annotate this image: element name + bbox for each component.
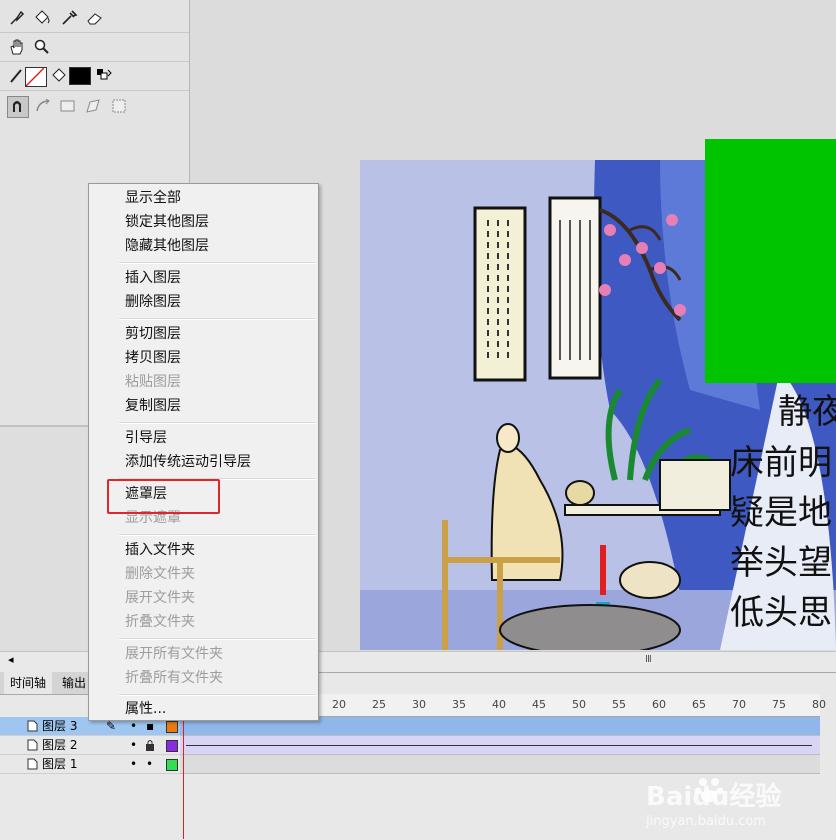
- fill-swatch[interactable]: [69, 67, 91, 85]
- menu-item-duplicate-layer[interactable]: 复制图层: [125, 394, 181, 418]
- ruler-tick: 25: [372, 698, 386, 711]
- tools-row-options: [0, 92, 189, 120]
- fill-color-icon[interactable]: [50, 67, 68, 85]
- ruler-tick: 35: [452, 698, 466, 711]
- ruler-tick: 50: [572, 698, 586, 711]
- tools-row-1: [0, 4, 189, 33]
- watermark: Baidu经验 jingyan.baidu.com: [646, 770, 836, 839]
- highlight-box: [107, 479, 220, 514]
- stroke-color-icon[interactable]: [8, 67, 26, 85]
- layer-row-1[interactable]: 图层 1 • •: [0, 755, 180, 774]
- layer-frames-2[interactable]: [180, 736, 820, 755]
- smooth-icon[interactable]: [34, 97, 52, 115]
- straighten-icon[interactable]: [59, 97, 77, 115]
- menu-item-cut-layer[interactable]: 剪切图层: [125, 322, 181, 346]
- menu-item-delete-folder: 删除文件夹: [125, 566, 195, 582]
- layer-name: 图层 1: [42, 757, 78, 771]
- layer-color-swatch[interactable]: [166, 721, 178, 733]
- lock-dot[interactable]: •: [146, 755, 153, 773]
- tab-output[interactable]: 输出: [56, 672, 92, 694]
- eraser-icon[interactable]: [86, 9, 104, 27]
- menu-item-collapse-folder: 折叠文件夹: [125, 614, 195, 630]
- menu-item-hide-others[interactable]: 隐藏其他图层: [125, 234, 209, 258]
- ruler-tick: 70: [732, 698, 746, 711]
- lock-icon[interactable]: [145, 739, 155, 751]
- scale-icon[interactable]: [110, 97, 128, 115]
- subselect-icon[interactable]: [8, 9, 26, 27]
- swap-colors-icon[interactable]: [95, 67, 113, 85]
- ruler-tick: 40: [492, 698, 506, 711]
- poem-line: 举头望: [730, 543, 832, 583]
- mask-rectangle[interactable]: [705, 139, 836, 383]
- layer-color-swatch[interactable]: [166, 740, 178, 752]
- layer-row-2[interactable]: 图层 2 •: [0, 736, 180, 755]
- menu-separator: [119, 694, 315, 696]
- layer-name: 图层 3: [42, 719, 78, 733]
- zoom-icon[interactable]: [33, 38, 51, 56]
- poem-line: 床前明: [730, 443, 832, 483]
- rotate-icon[interactable]: [84, 97, 102, 115]
- tools-row-2: [0, 33, 189, 62]
- snap-magnet-icon[interactable]: [7, 96, 29, 118]
- layer-icon: [27, 758, 38, 770]
- eyedropper-icon[interactable]: [60, 9, 78, 27]
- tab-timeline[interactable]: 时间轴: [4, 672, 53, 694]
- menu-separator: [119, 422, 315, 424]
- poem-line: 疑是地: [730, 493, 832, 533]
- poem-line: 静夜: [778, 392, 836, 432]
- menu-item-show-all[interactable]: 显示全部: [125, 186, 181, 210]
- menu-item-delete-layer[interactable]: 删除图层: [125, 290, 181, 314]
- ruler-tick: 30: [412, 698, 426, 711]
- ruler-tick: 65: [692, 698, 706, 711]
- layer-icon: [27, 739, 38, 751]
- menu-separator: [119, 262, 315, 264]
- ruler-tick: 20: [332, 698, 346, 711]
- menu-separator: [119, 318, 315, 320]
- menu-separator: [119, 534, 315, 536]
- visibility-dot[interactable]: •: [130, 755, 137, 773]
- watermark-brand: Baidu经验: [646, 782, 782, 812]
- ruler-tick: 80: [812, 698, 826, 711]
- tools-row-colors: [0, 62, 189, 91]
- scroll-left-icon[interactable]: ◂: [8, 653, 14, 666]
- menu-item-insert-layer[interactable]: 插入图层: [125, 266, 181, 290]
- menu-item-paste-layer: 粘贴图层: [125, 374, 181, 390]
- layer-icon: [27, 720, 38, 732]
- menu-separator: [119, 638, 315, 640]
- layer-context-menu: 显示全部 锁定其他图层 隐藏其他图层 插入图层 删除图层 剪切图层 拷贝图层 粘…: [88, 183, 319, 721]
- ruler-tick: 60: [652, 698, 666, 711]
- stroke-swatch[interactable]: [25, 67, 47, 87]
- menu-item-expand-folder: 展开文件夹: [125, 590, 195, 606]
- ruler-tick: 45: [532, 698, 546, 711]
- layer-color-swatch[interactable]: [166, 759, 178, 771]
- scroll-grip[interactable]: III: [645, 654, 652, 665]
- menu-item-add-motion-guide[interactable]: 添加传统运动引导层: [125, 450, 251, 474]
- menu-item-copy-layer[interactable]: 拷贝图层: [125, 346, 181, 370]
- hand-icon[interactable]: [8, 38, 26, 56]
- motion-tween-arrow: [186, 745, 812, 746]
- ruler-tick: 75: [772, 698, 786, 711]
- menu-item-collapse-all-folders: 折叠所有文件夹: [125, 670, 223, 686]
- watermark-url: jingyan.baidu.com: [646, 814, 766, 829]
- layer-name: 图层 2: [42, 738, 78, 752]
- menu-item-guide[interactable]: 引导层: [125, 426, 167, 450]
- menu-item-lock-others[interactable]: 锁定其他图层: [125, 210, 209, 234]
- menu-item-insert-folder[interactable]: 插入文件夹: [125, 538, 195, 562]
- poem-line: 低头思: [730, 593, 832, 633]
- ruler-tick: 55: [612, 698, 626, 711]
- paint-bucket-icon[interactable]: [33, 9, 51, 27]
- menu-item-properties[interactable]: 属性...: [125, 697, 166, 721]
- menu-item-expand-all-folders: 展开所有文件夹: [125, 646, 223, 662]
- visibility-dot[interactable]: •: [130, 736, 137, 754]
